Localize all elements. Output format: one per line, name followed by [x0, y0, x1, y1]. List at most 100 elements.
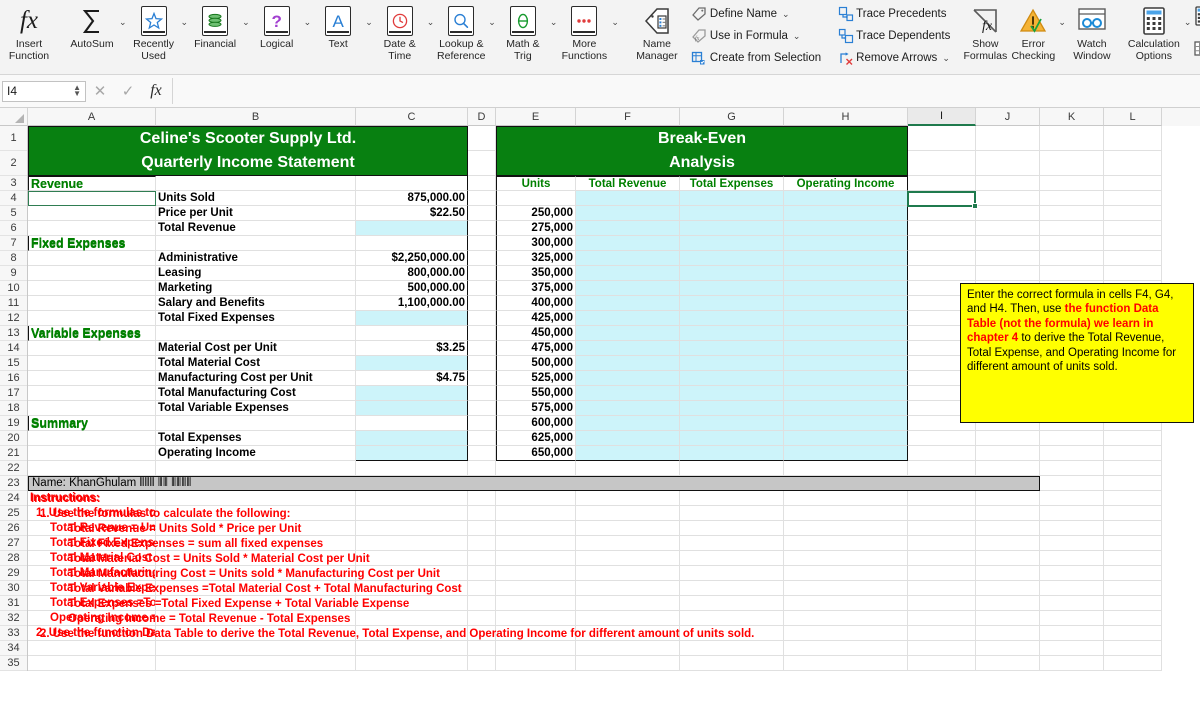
cell-l3[interactable] — [1104, 176, 1162, 191]
cell-l28[interactable] — [1104, 551, 1162, 566]
cell-a10[interactable] — [28, 281, 156, 296]
column-header-a[interactable]: A — [28, 108, 156, 126]
cell-i28[interactable] — [908, 551, 976, 566]
cell-k29[interactable] — [1040, 566, 1104, 581]
chevron-down-icon[interactable]: ⌄ — [242, 17, 250, 28]
cell-a20[interactable] — [28, 431, 156, 446]
cell-l25[interactable] — [1104, 506, 1162, 521]
cell-h12[interactable] — [784, 311, 908, 326]
column-header-l[interactable]: L — [1104, 108, 1162, 126]
cell-i6[interactable] — [908, 221, 976, 236]
cell-k9[interactable] — [1040, 266, 1104, 281]
cell-i30[interactable] — [908, 581, 976, 596]
chevron-down-icon[interactable]: ⌄ — [365, 17, 373, 28]
autosum-button[interactable]: AutoSum — [66, 0, 118, 72]
cell-d25[interactable] — [468, 506, 496, 521]
cell-b16[interactable]: Manufacturing Cost per Unit — [156, 371, 356, 386]
cell-c24[interactable] — [356, 491, 468, 506]
fx-icon[interactable]: fx — [142, 78, 170, 104]
cell-c8[interactable]: $2,250,000.00 — [356, 251, 468, 266]
cell-f12[interactable] — [576, 311, 680, 326]
cell-d2[interactable] — [468, 151, 496, 176]
cell-j2[interactable] — [976, 151, 1040, 176]
close-icon[interactable]: ✕ — [86, 78, 114, 104]
cell-j26[interactable] — [976, 521, 1040, 536]
cell-b4[interactable]: Units Sold — [156, 191, 356, 206]
cell-i2[interactable] — [908, 151, 976, 176]
row-header-31[interactable]: 31 — [0, 596, 27, 611]
cell-a35[interactable] — [28, 656, 156, 671]
cell-a5[interactable] — [28, 206, 156, 221]
cell-i25[interactable] — [908, 506, 976, 521]
cell-h7[interactable] — [784, 236, 908, 251]
cell-h35[interactable] — [784, 656, 908, 671]
cell-e4[interactable] — [496, 191, 576, 206]
cell-b34[interactable] — [156, 641, 356, 656]
cell-g12[interactable] — [680, 311, 784, 326]
use-in-formula-button[interactable]: fx Use in Formula ⌄ — [686, 25, 824, 47]
cell-b20[interactable]: Total Expenses — [156, 431, 356, 446]
cell-j33[interactable] — [976, 626, 1040, 641]
cell-i31[interactable] — [908, 596, 976, 611]
cell-k22[interactable] — [1040, 461, 1104, 476]
cell-f19[interactable] — [576, 416, 680, 431]
cell-h10[interactable] — [784, 281, 908, 296]
cell-g8[interactable] — [680, 251, 784, 266]
cell-g10[interactable] — [680, 281, 784, 296]
cell-k25[interactable] — [1040, 506, 1104, 521]
cell-e10[interactable]: 375,000 — [496, 281, 576, 296]
financial-control[interactable]: Financial ⌄ — [189, 0, 251, 72]
recently-used-button[interactable]: Recently Used — [128, 0, 180, 72]
cell-d5[interactable] — [468, 206, 496, 221]
cell-k24[interactable] — [1040, 491, 1104, 506]
cell-h3[interactable]: Operating Income — [784, 176, 908, 191]
cell-b17[interactable]: Total Manufacturing Cost — [156, 386, 356, 401]
cell-c6[interactable] — [356, 221, 468, 236]
cell-h13[interactable] — [784, 326, 908, 341]
cell-d24[interactable] — [468, 491, 496, 506]
column-header-i[interactable]: I — [908, 108, 976, 126]
cell-j20[interactable] — [976, 431, 1040, 446]
chevron-down-icon[interactable]: ⌄ — [1058, 17, 1066, 28]
cell-k33[interactable] — [1040, 626, 1104, 641]
row-header-13[interactable]: 13 — [0, 326, 27, 341]
cell-c3[interactable] — [356, 176, 468, 191]
cell-d18[interactable] — [468, 401, 496, 416]
chevron-down-icon[interactable]: ⌄ — [304, 17, 312, 28]
cell-k7[interactable] — [1040, 236, 1104, 251]
cell-k20[interactable] — [1040, 431, 1104, 446]
chevron-down-icon[interactable]: ⌄ — [942, 53, 950, 64]
cell-e8[interactable]: 325,000 — [496, 251, 576, 266]
row-header-20[interactable]: 20 — [0, 431, 27, 446]
cell-i1[interactable] — [908, 126, 976, 151]
cell-b12[interactable]: Total Fixed Expenses — [156, 311, 356, 326]
cell-b6[interactable]: Total Revenue — [156, 221, 356, 236]
cell-d15[interactable] — [468, 356, 496, 371]
cell-l23[interactable] — [1104, 476, 1162, 491]
cell-c11[interactable]: 1,100,000.00 — [356, 296, 468, 311]
cell-j34[interactable] — [976, 641, 1040, 656]
cell-h27[interactable] — [784, 536, 908, 551]
cell-k31[interactable] — [1040, 596, 1104, 611]
cell-g27[interactable] — [680, 536, 784, 551]
cell-b18[interactable]: Total Variable Expenses — [156, 401, 356, 416]
cell-e7[interactable]: 300,000 — [496, 236, 576, 251]
cell-e19[interactable]: 600,000 — [496, 416, 576, 431]
column-header-d[interactable]: D — [468, 108, 496, 126]
row-header-35[interactable]: 35 — [0, 656, 27, 671]
cell-h17[interactable] — [784, 386, 908, 401]
cell-f20[interactable] — [576, 431, 680, 446]
cell-g19[interactable] — [680, 416, 784, 431]
cell-k26[interactable] — [1040, 521, 1104, 536]
chevron-down-icon[interactable]: ⌄ — [782, 9, 790, 20]
row-header-11[interactable]: 11 — [0, 296, 27, 311]
cell-d3[interactable] — [468, 176, 496, 191]
cell-j4[interactable] — [976, 191, 1040, 206]
cell-h19[interactable] — [784, 416, 908, 431]
cell-a8[interactable] — [28, 251, 156, 266]
cell-f11[interactable] — [576, 296, 680, 311]
row-header-23[interactable]: 23 — [0, 476, 27, 491]
row-header-3[interactable]: 3 — [0, 176, 27, 191]
cell-c20[interactable] — [356, 431, 468, 446]
chevron-down-icon[interactable]: ⌄ — [611, 17, 619, 28]
